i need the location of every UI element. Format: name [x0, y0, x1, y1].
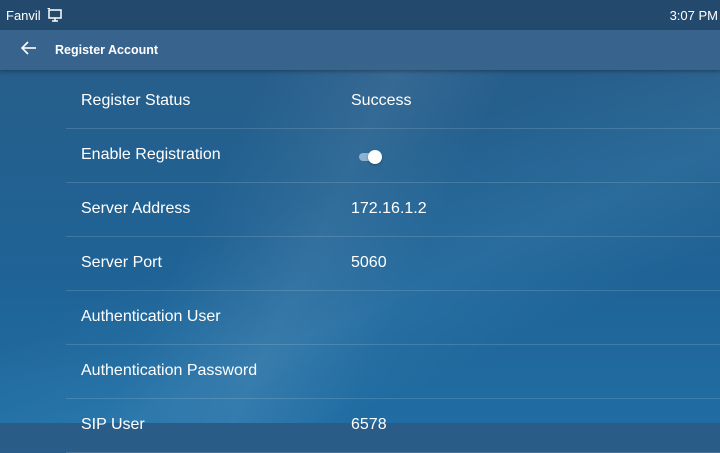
enable-registration-toggle[interactable]: [359, 150, 382, 164]
setting-server-port[interactable]: Server Port 5060: [66, 237, 720, 291]
setting-label: Authentication User: [81, 308, 221, 325]
setting-value: 5060: [351, 254, 387, 271]
setting-label: Enable Registration: [81, 146, 221, 163]
setting-label: Authentication Password: [81, 362, 258, 379]
setting-register-status[interactable]: Register Status Success: [66, 75, 720, 129]
setting-server-address[interactable]: Server Address 172.16.1.2: [66, 183, 720, 237]
setting-sip-user[interactable]: SIP User 6578: [66, 399, 720, 453]
desktop-monitor-icon: [47, 8, 63, 22]
status-bar: Fanvil 3:07 PM: [0, 0, 720, 30]
setting-label: Server Port: [81, 254, 162, 271]
setting-value: 6578: [351, 416, 387, 433]
setting-authentication-user[interactable]: Authentication User: [66, 291, 720, 345]
clock: 3:07 PM: [669, 8, 718, 23]
setting-label: Server Address: [81, 200, 191, 217]
setting-label: SIP User: [81, 416, 145, 433]
setting-value: 172.16.1.2: [351, 200, 427, 217]
toggle-knob: [368, 150, 382, 164]
setting-authentication-password[interactable]: Authentication Password: [66, 345, 720, 399]
back-button[interactable]: [9, 30, 49, 70]
page-title: Register Account: [55, 43, 159, 57]
setting-value: Success: [351, 92, 412, 109]
setting-label: Register Status: [81, 92, 191, 109]
setting-enable-registration[interactable]: Enable Registration: [66, 129, 720, 183]
brand-label: Fanvil: [6, 7, 41, 23]
app-bar: Register Account: [0, 30, 720, 70]
settings-list: Register Status Success Enable Registrat…: [66, 75, 720, 453]
arrow-left-icon: [20, 40, 37, 60]
